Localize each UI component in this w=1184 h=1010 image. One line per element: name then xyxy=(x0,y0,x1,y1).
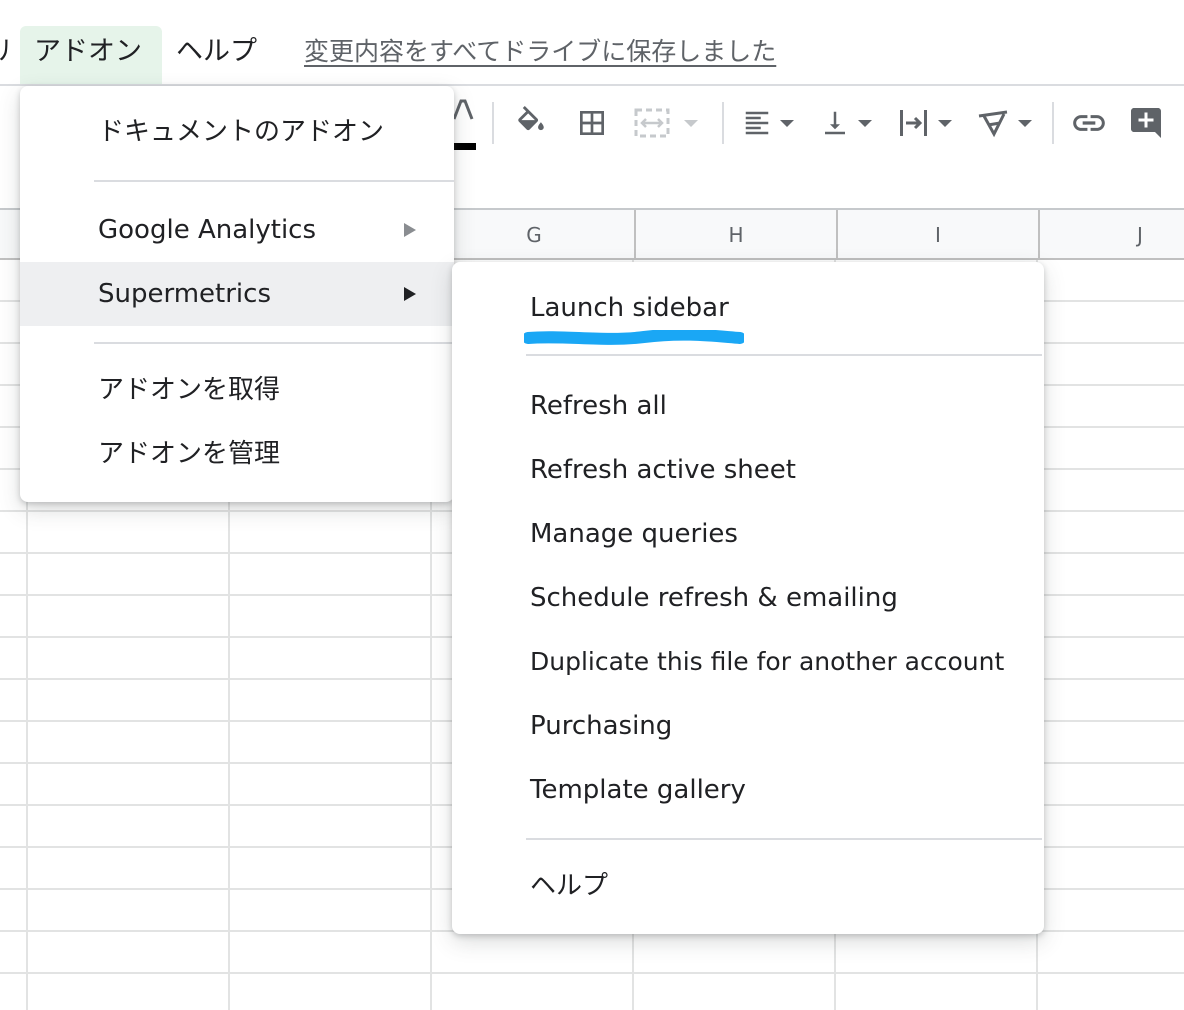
menu-item-manage-queries[interactable]: Manage queries xyxy=(452,502,1044,566)
menu-item-label: Manage queries xyxy=(530,519,738,549)
menu-item-label: Template gallery xyxy=(530,775,746,805)
menu-divider xyxy=(526,354,1042,356)
menu-item-label: アドオンを取得 xyxy=(98,375,281,405)
menu-bar: ル アドオン ヘルプ 変更内容をすべてドライブに保存しました xyxy=(0,0,1184,86)
menu-item-label: ヘルプ xyxy=(530,871,609,901)
menu-item-label: Refresh all xyxy=(530,391,667,421)
column-header-g[interactable]: G xyxy=(432,210,634,258)
fill-color-icon[interactable] xyxy=(514,86,548,160)
column-header-j[interactable]: J xyxy=(1038,210,1184,258)
menu-item-label: Google Analytics xyxy=(98,215,317,245)
menu-item-label: Supermetrics xyxy=(98,279,271,309)
supermetrics-submenu: Launch sidebar Refresh all Refresh activ… xyxy=(452,262,1044,934)
menu-item-label: Refresh active sheet xyxy=(530,455,796,485)
submenu-arrow-icon xyxy=(404,287,416,301)
menu-item-refresh-all[interactable]: Refresh all xyxy=(452,374,1044,438)
insert-link-icon[interactable] xyxy=(1070,86,1108,160)
merge-cells-icon xyxy=(634,86,698,160)
menu-divider xyxy=(526,838,1042,840)
menu-item-purchasing[interactable]: Purchasing xyxy=(452,694,1044,758)
menu-help[interactable]: ヘルプ xyxy=(176,26,257,84)
vertical-align-icon[interactable] xyxy=(820,86,872,160)
menu-item-label: アドオンを管理 xyxy=(98,439,281,469)
text-rotation-icon[interactable] xyxy=(976,86,1032,160)
menu-item-get-addons[interactable]: アドオンを取得 xyxy=(20,358,454,422)
menu-item-label: Schedule refresh & emailing xyxy=(530,583,898,613)
text-wrapping-icon[interactable] xyxy=(898,86,952,160)
highlight-annotation xyxy=(524,330,744,345)
column-header-i[interactable]: I xyxy=(836,210,1038,258)
column-header-h[interactable]: H xyxy=(634,210,836,258)
menu-addons[interactable]: アドオン xyxy=(20,26,162,84)
menu-item-duplicate-file[interactable]: Duplicate this file for another account xyxy=(452,630,1044,694)
menu-divider xyxy=(94,180,454,182)
menu-item-refresh-active-sheet[interactable]: Refresh active sheet xyxy=(452,438,1044,502)
menu-item-supermetrics[interactable]: Supermetrics xyxy=(20,262,454,326)
menu-item-label: Duplicate this file for another account xyxy=(530,647,1005,676)
menu-item-label: ドキュメントのアドオン xyxy=(98,117,385,147)
horizontal-align-icon[interactable] xyxy=(742,86,794,160)
menu-item-google-analytics[interactable]: Google Analytics xyxy=(20,198,454,262)
addons-menu: ドキュメントのアドオン Google Analytics Supermetric… xyxy=(20,86,454,502)
submenu-arrow-icon xyxy=(404,223,416,237)
borders-icon[interactable] xyxy=(576,86,608,160)
menu-item-partial[interactable]: ル xyxy=(0,26,10,84)
save-status-link[interactable]: 変更内容をすべてドライブに保存しました xyxy=(304,26,776,84)
menu-item-help[interactable]: ヘルプ xyxy=(452,854,1044,918)
insert-comment-icon[interactable] xyxy=(1128,86,1164,160)
menu-item-schedule-refresh[interactable]: Schedule refresh & emailing xyxy=(452,566,1044,630)
toolbar-separator xyxy=(1052,102,1054,144)
menu-divider xyxy=(94,342,454,344)
toolbar-separator xyxy=(492,102,494,144)
menu-item-document-addons[interactable]: ドキュメントのアドオン xyxy=(20,100,454,164)
menu-item-template-gallery[interactable]: Template gallery xyxy=(452,758,1044,822)
menu-item-manage-addons[interactable]: アドオンを管理 xyxy=(20,422,454,486)
menu-item-label: Purchasing xyxy=(530,711,673,741)
toolbar-separator xyxy=(722,102,724,144)
